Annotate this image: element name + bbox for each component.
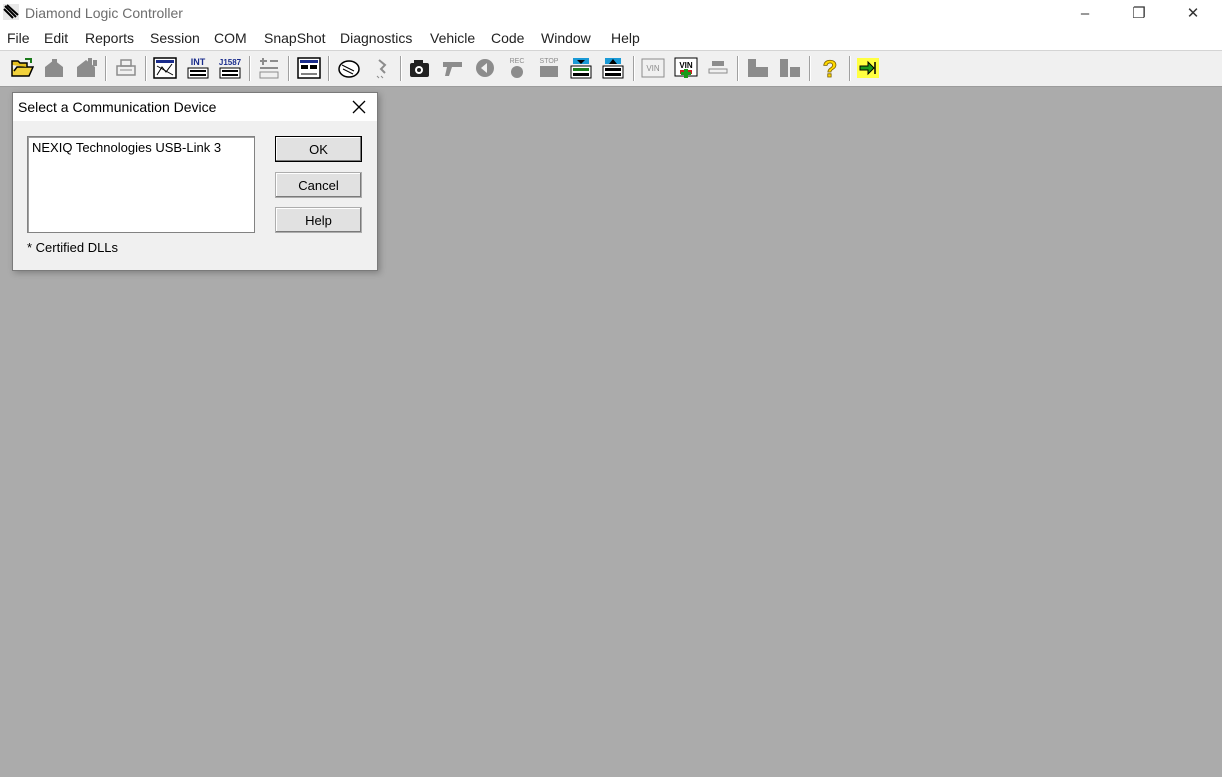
pid-list-disabled-icon[interactable] bbox=[257, 56, 281, 80]
upload-multi-disabled-icon[interactable] bbox=[74, 56, 98, 80]
open-folder-icon[interactable] bbox=[10, 56, 34, 80]
gun-disabled-icon[interactable] bbox=[441, 56, 465, 80]
menu-reports[interactable]: Reports bbox=[85, 30, 134, 46]
toolbar-separator bbox=[288, 56, 290, 81]
vin-label: VIN bbox=[679, 61, 693, 70]
upload-disabled-icon[interactable] bbox=[42, 56, 66, 80]
int-module-icon[interactable]: INT bbox=[186, 56, 210, 80]
record-disabled-icon[interactable]: REC bbox=[505, 56, 529, 80]
title-bar: Diamond Logic Controller – ❐ ✕ bbox=[0, 0, 1222, 26]
toolbar-separator bbox=[105, 56, 107, 81]
ok-button[interactable]: OK bbox=[275, 136, 362, 162]
hand-tool-icon[interactable] bbox=[337, 56, 361, 80]
stop-disabled-icon[interactable]: STOP bbox=[537, 56, 561, 80]
device-list-item[interactable]: NEXIQ Technologies USB-Link 3 bbox=[32, 140, 221, 155]
int-label: INT bbox=[191, 57, 206, 67]
toolbar-separator bbox=[328, 56, 330, 81]
toolbar-separator bbox=[145, 56, 147, 81]
download-module-icon[interactable] bbox=[569, 56, 593, 80]
dashboard-icon[interactable] bbox=[297, 56, 321, 80]
exit-arrow-icon[interactable] bbox=[856, 56, 880, 80]
window-title: Diamond Logic Controller bbox=[25, 5, 183, 21]
j1587-label: J1587 bbox=[219, 58, 242, 67]
menu-session[interactable]: Session bbox=[150, 30, 200, 46]
minimize-button[interactable]: – bbox=[1062, 0, 1108, 26]
signal-disabled-icon[interactable] bbox=[369, 56, 393, 80]
dialog-title-bar: Select a Communication Device bbox=[13, 93, 377, 121]
toolbar-separator bbox=[849, 56, 851, 81]
printer-disabled-icon[interactable] bbox=[114, 56, 138, 80]
j1587-module-icon[interactable]: J1587 bbox=[218, 56, 242, 80]
graph-monitor-icon[interactable] bbox=[153, 56, 177, 80]
certified-dlls-note: * Certified DLLs bbox=[27, 240, 119, 255]
toolbar-separator bbox=[400, 56, 402, 81]
menu-file[interactable]: File bbox=[7, 30, 30, 46]
dialog-title: Select a Communication Device bbox=[18, 99, 217, 115]
menu-com[interactable]: COM bbox=[214, 30, 247, 46]
menu-edit[interactable]: Edit bbox=[44, 30, 68, 46]
cancel-button[interactable]: Cancel bbox=[275, 172, 362, 198]
vin-remove-disabled-icon[interactable] bbox=[706, 56, 730, 80]
help-button[interactable]: Help bbox=[275, 207, 362, 233]
toolbar-separator bbox=[633, 56, 635, 81]
stop-label: STOP bbox=[540, 58, 559, 65]
menu-help[interactable]: Help bbox=[611, 30, 640, 46]
upload-module-icon[interactable] bbox=[601, 56, 625, 80]
toolbar: INT J1587 REC STOP VIN VIN ? bbox=[0, 51, 1222, 87]
toolbar-separator bbox=[249, 56, 251, 81]
menu-diagnostics[interactable]: Diagnostics bbox=[340, 30, 412, 46]
circle-arrow-disabled-icon[interactable] bbox=[473, 56, 497, 80]
menu-vehicle[interactable]: Vehicle bbox=[430, 30, 475, 46]
close-button[interactable]: ✕ bbox=[1170, 0, 1216, 26]
dialog-close-icon[interactable] bbox=[349, 97, 369, 117]
menu-bar: File Edit Reports Session COM SnapShot D… bbox=[0, 26, 1222, 51]
help-question-icon[interactable]: ? bbox=[818, 56, 842, 80]
menu-window[interactable]: Window bbox=[541, 30, 591, 46]
toolbar-separator bbox=[809, 56, 811, 81]
select-device-dialog: Select a Communication Device NEXIQ Tech… bbox=[12, 92, 378, 271]
camera-icon[interactable] bbox=[408, 56, 432, 80]
vin-add-icon[interactable]: VIN bbox=[674, 56, 698, 80]
tile-disabled-icon[interactable] bbox=[778, 56, 802, 80]
vin-disabled-icon[interactable]: VIN bbox=[641, 56, 665, 80]
toolbar-separator bbox=[737, 56, 739, 81]
device-listbox[interactable]: NEXIQ Technologies USB-Link 3 bbox=[27, 136, 255, 233]
app-logo-icon bbox=[3, 4, 19, 20]
menu-snapshot[interactable]: SnapShot bbox=[264, 30, 326, 46]
menu-code[interactable]: Code bbox=[491, 30, 524, 46]
restore-button[interactable]: ❐ bbox=[1116, 0, 1162, 26]
cascade-disabled-icon[interactable] bbox=[746, 56, 770, 80]
rec-label: REC bbox=[510, 58, 525, 65]
vin-disabled-label: VIN bbox=[646, 64, 660, 73]
help-glyph: ? bbox=[823, 56, 838, 80]
